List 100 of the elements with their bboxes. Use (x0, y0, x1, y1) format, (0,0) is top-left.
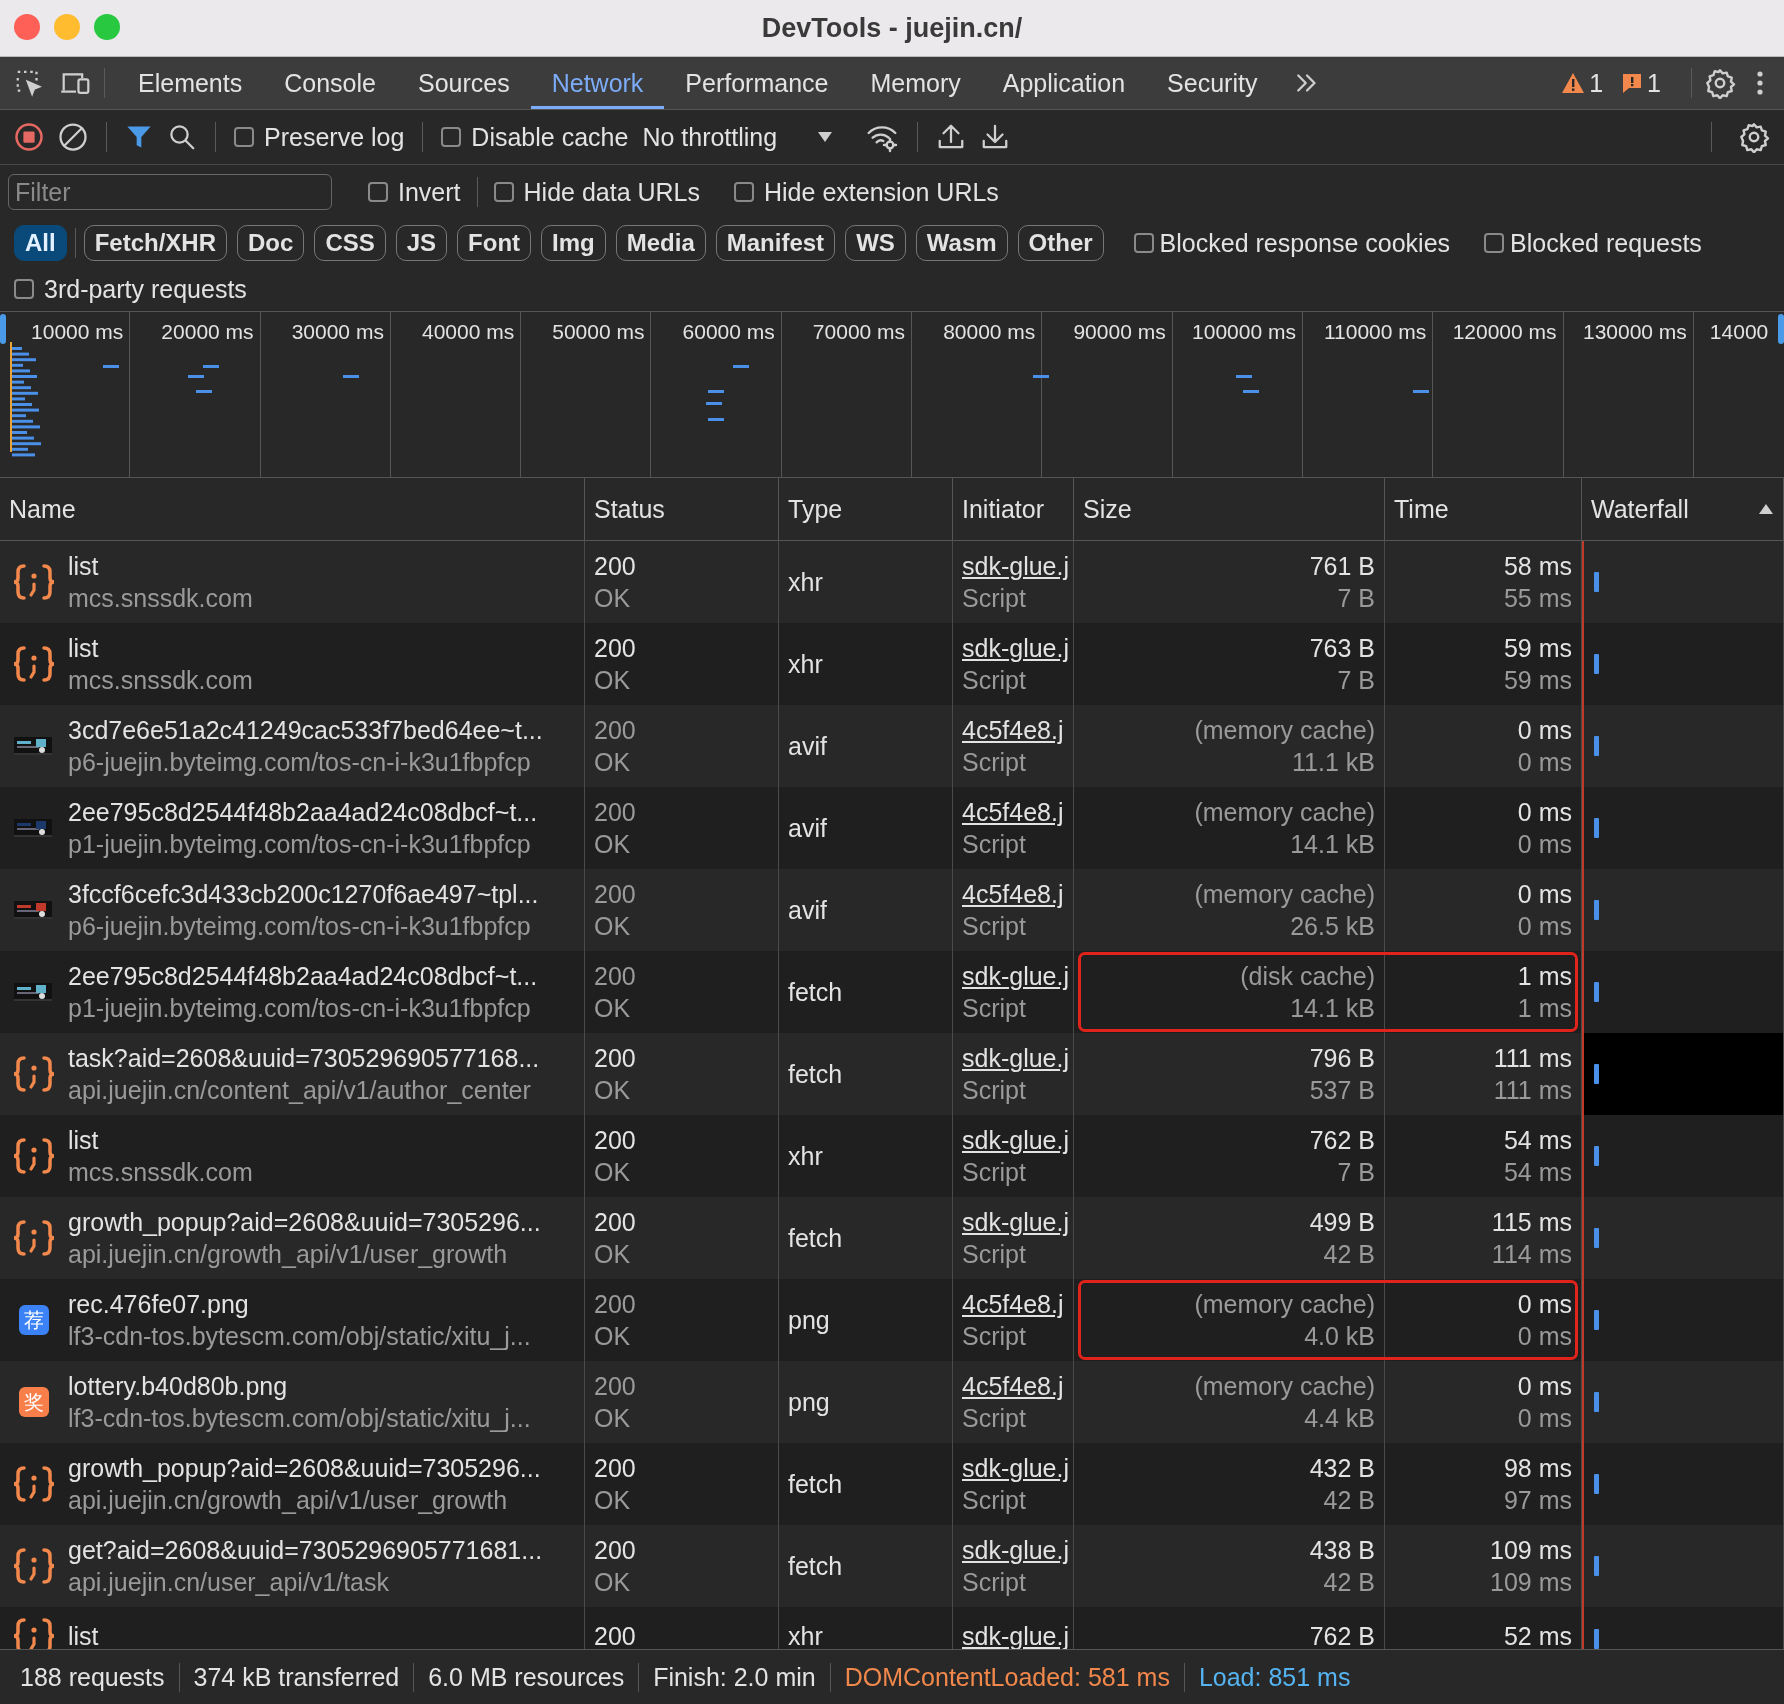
range-handle[interactable] (0, 314, 6, 344)
request-name[interactable]: growth_popup?aid=2608&uuid=7305296... (68, 1206, 541, 1238)
request-name[interactable]: 3fccf6cefc3d433cb200c1270f6ae497~tpl... (68, 878, 539, 910)
resource-size: 7 B (1337, 583, 1375, 614)
type-filter-chip[interactable]: Wasm (915, 225, 1008, 261)
type-filter-chip[interactable]: Fetch/XHR (83, 225, 228, 261)
request-name[interactable]: 2ee795c8d2544f48b2aa4ad24c08dbcf~t... (68, 960, 538, 992)
type-text: xhr (788, 1621, 824, 1649)
column-header[interactable]: Initiator (962, 494, 1044, 524)
filter-field[interactable]: Filter (8, 174, 332, 210)
checkbox[interactable] (14, 279, 34, 299)
status-text: OK (594, 747, 632, 778)
panel-tab[interactable]: Application (981, 57, 1147, 109)
column-header[interactable]: Waterfall (1591, 494, 1689, 524)
checkbox[interactable] (441, 127, 462, 147)
request-name[interactable]: get?aid=2608&uuid=7305296905771681... (68, 1534, 543, 1566)
checkbox[interactable] (493, 182, 514, 202)
panel-tab[interactable]: Elements (117, 57, 264, 109)
request-name[interactable]: task?aid=2608&uuid=730529690577168... (68, 1042, 540, 1074)
type-filter-chip[interactable]: JS (395, 225, 448, 261)
type-filter-chip[interactable]: WS (845, 225, 906, 261)
message-icon[interactable] (1621, 72, 1644, 94)
request-name[interactable]: 3cd7e6e51a2c41249cac533f7bed64ee~t... (68, 714, 543, 746)
clear-icon[interactable] (58, 122, 88, 152)
type-filter-chip[interactable]: Doc (237, 225, 305, 261)
type-filter-chip[interactable]: Img (541, 225, 606, 261)
initiator-link[interactable]: 4c5f4e8.j (962, 1370, 1064, 1402)
checkbox[interactable] (234, 127, 254, 147)
waterfall-bar (1594, 1228, 1599, 1249)
initiator-type: Script (962, 829, 1027, 860)
checkbox-label: Preserve log (264, 122, 405, 152)
type-filter-chip[interactable]: Manifest (715, 225, 836, 261)
panel-tab[interactable]: Console (263, 57, 397, 109)
image-badge: 奖 (19, 1387, 49, 1417)
braces-icon (12, 1464, 56, 1504)
latency-text: 1 ms (1517, 993, 1572, 1024)
sort-ascending-icon[interactable] (1758, 503, 1774, 515)
initiator-type: Script (962, 911, 1027, 942)
time-text: 0 ms (1517, 1289, 1572, 1320)
more-options-icon[interactable] (1756, 70, 1764, 96)
type-filter-chip[interactable]: Media (615, 225, 706, 261)
settings-icon[interactable] (1704, 67, 1736, 99)
type-filter-chip[interactable]: CSS (314, 225, 386, 261)
size-text: (memory cache) (1194, 715, 1375, 746)
waterfall-bar (1594, 1392, 1599, 1413)
status-code: 200 (594, 1371, 637, 1402)
initiator-type: Script (962, 665, 1027, 696)
time-text: 0 ms (1517, 879, 1572, 910)
request-name[interactable]: growth_popup?aid=2608&uuid=7305296... (68, 1452, 541, 1484)
column-header[interactable]: Size (1083, 494, 1132, 524)
type-text: fetch (788, 1223, 844, 1254)
request-domain: api.juejin.cn/content_api/v1/author_center (68, 1075, 532, 1106)
checkbox[interactable] (1133, 233, 1154, 253)
column-header[interactable]: Time (1394, 494, 1449, 524)
request-domain: lf3-cdn-tos.bytescm.com/obj/static/xitu_j... (68, 1321, 531, 1352)
resource-size: 7 B (1337, 1157, 1375, 1188)
panel-tab[interactable]: Security (1146, 57, 1279, 109)
column-header[interactable]: Status (594, 494, 665, 524)
initiator-link[interactable]: 4c5f4e8.j (962, 714, 1064, 746)
status-code: 200 (594, 1125, 637, 1156)
request-name[interactable]: rec.476fe07.png (68, 1288, 531, 1320)
status-code: 200 (594, 879, 637, 910)
network-settings-icon[interactable] (1738, 121, 1770, 153)
column-header[interactable]: Name (9, 494, 76, 524)
panel-tab[interactable]: Sources (396, 57, 531, 109)
warning-icon[interactable] (1561, 72, 1586, 94)
status-text: OK (594, 1157, 632, 1188)
time-text: 0 ms (1517, 1371, 1572, 1402)
search-icon[interactable] (167, 122, 197, 152)
latency-text: 114 ms (1491, 1239, 1572, 1270)
request-name[interactable]: 2ee795c8d2544f48b2aa4ad24c08dbcf~t... (68, 796, 538, 828)
column-header[interactable]: Type (788, 494, 843, 524)
waterfall-bar (1594, 1146, 1599, 1167)
type-filter-chip[interactable]: All (14, 225, 67, 261)
request-name[interactable]: lottery.b40d80b.png (68, 1370, 531, 1402)
status-text: OK (594, 1321, 632, 1352)
range-handle[interactable] (1778, 314, 1784, 344)
checkbox-label: Blocked response cookies (1159, 228, 1451, 258)
inspect-icon[interactable] (14, 68, 44, 98)
panel-tab[interactable]: Memory (849, 57, 982, 109)
record-button[interactable] (14, 122, 44, 152)
request-name[interactable]: list (68, 632, 253, 664)
checkbox[interactable] (1484, 233, 1505, 253)
close-button[interactable] (14, 14, 40, 40)
checkbox[interactable] (734, 182, 754, 202)
request-name[interactable]: list (68, 1620, 99, 1649)
request-name[interactable]: list (68, 550, 253, 582)
initiator-link[interactable]: 4c5f4e8.j (962, 878, 1064, 910)
checkbox[interactable] (368, 182, 388, 202)
braces-icon (12, 1218, 56, 1258)
type-filter-chip[interactable]: Font (457, 225, 532, 261)
initiator-type: Script (962, 583, 1027, 614)
initiator-link[interactable]: 4c5f4e8.j (962, 1288, 1064, 1320)
throttling-dropdown[interactable]: No throttling (642, 122, 834, 152)
initiator-type: Script (962, 1485, 1027, 1516)
initiator-link[interactable]: 4c5f4e8.j (962, 796, 1064, 828)
panel-tab[interactable]: Performance (664, 57, 850, 109)
status-code: 200 (594, 551, 637, 582)
request-name[interactable]: list (68, 1124, 253, 1156)
type-filter-chip[interactable]: Other (1017, 225, 1104, 261)
